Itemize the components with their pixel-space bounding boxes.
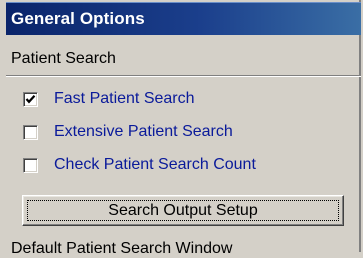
fast-patient-search-checkbox[interactable] [23,91,38,107]
fast-patient-search-option[interactable]: Fast Patient Search [23,88,195,110]
extensive-patient-search-option[interactable]: Extensive Patient Search [23,121,233,143]
section-divider [6,75,361,77]
search-output-setup-button[interactable]: Search Output Setup [22,195,344,226]
check-patient-search-count-option[interactable]: Check Patient Search Count [23,154,256,176]
patient-search-section-label: Patient Search [11,50,116,67]
panel-title-bar: General Options [6,2,361,35]
general-options-panel: General Options Patient Search Fast Pati… [0,0,361,257]
panel-title: General Options [11,9,145,28]
extensive-patient-search-checkbox[interactable] [23,124,38,140]
default-patient-search-window-label: Default Patient Search Window [11,240,233,257]
check-patient-search-count-label: Check Patient Search Count [54,156,256,173]
fast-patient-search-label: Fast Patient Search [54,90,195,107]
checkmark-icon [25,94,36,103]
check-patient-search-count-checkbox[interactable] [23,157,38,173]
search-output-setup-label: Search Output Setup [108,201,258,219]
extensive-patient-search-label: Extensive Patient Search [54,123,233,140]
